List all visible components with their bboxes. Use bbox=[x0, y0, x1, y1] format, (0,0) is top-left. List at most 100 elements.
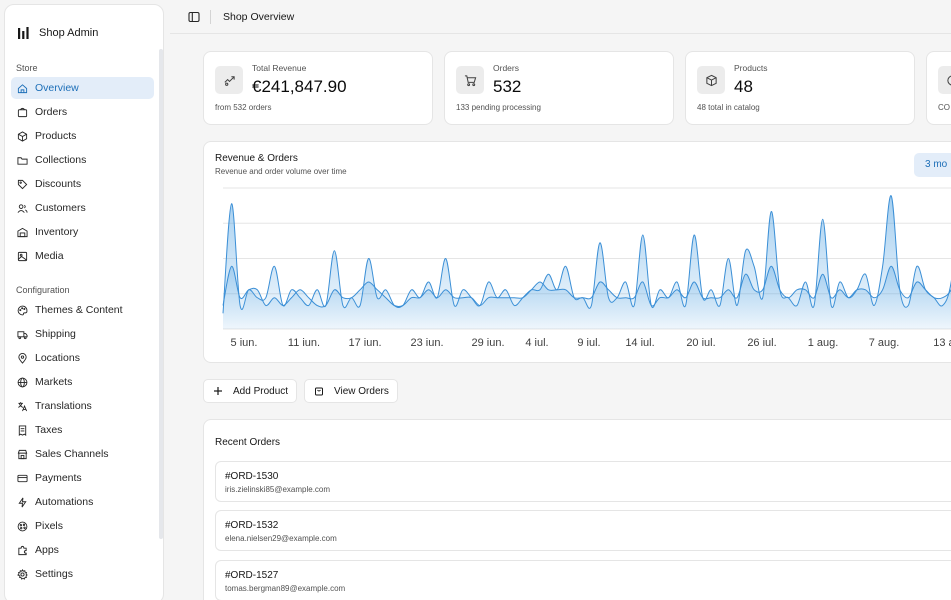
sidebar-item-label: Payments bbox=[35, 472, 82, 484]
sidebar-item-taxes[interactable]: Taxes bbox=[11, 419, 154, 441]
stat-label: Orders bbox=[493, 63, 519, 73]
view-orders-button[interactable]: View Orders bbox=[304, 379, 398, 403]
gear-icon bbox=[17, 568, 28, 580]
order-email: elena.nielsen29@example.com bbox=[225, 534, 337, 543]
order-email: iris.zielinski85@example.com bbox=[225, 485, 331, 494]
sidebar-item-overview[interactable]: Overview bbox=[11, 77, 154, 99]
sidebar-item-label: Translations bbox=[35, 400, 92, 412]
order-row[interactable]: #ORD-1527 tomas.bergman89@example.com bbox=[215, 560, 951, 600]
add-product-button[interactable]: Add Product bbox=[203, 379, 297, 403]
sidebar-item-collections[interactable]: Collections bbox=[11, 149, 154, 171]
sidebar-item-apps[interactable]: Apps bbox=[11, 539, 154, 561]
sidebar-item-shipping[interactable]: Shipping bbox=[11, 323, 154, 345]
shopping-bag-icon bbox=[17, 107, 28, 117]
globe-icon bbox=[17, 377, 28, 387]
topbar-separator bbox=[210, 9, 211, 24]
shopping-bag-icon bbox=[315, 387, 323, 396]
plus-icon bbox=[214, 387, 222, 395]
recent-orders-card: Recent Orders #ORD-1530 iris.zielinski85… bbox=[203, 419, 951, 600]
sidebar-item-payments[interactable]: Payments bbox=[11, 467, 154, 489]
sidebar-item-discounts[interactable]: Discounts bbox=[11, 173, 154, 195]
tag-icon bbox=[17, 179, 28, 189]
x-tick-label: 17 iun. bbox=[348, 337, 381, 349]
order-email: tomas.bergman89@example.com bbox=[225, 584, 346, 593]
users-icon bbox=[17, 203, 28, 213]
stat-value: €241,847.90 bbox=[252, 77, 347, 96]
revenue-orders-chart-card: Revenue & Orders Revenue and order volum… bbox=[203, 141, 951, 363]
sidebar-item-label: Discounts bbox=[35, 178, 82, 190]
x-tick-label: 13 au bbox=[933, 337, 951, 349]
map-pin-icon bbox=[18, 352, 27, 364]
sidebar-item-inventory[interactable]: Inventory bbox=[11, 221, 154, 243]
sidebar-item-label: Orders bbox=[35, 106, 68, 118]
box-icon bbox=[697, 66, 725, 94]
sidebar-item-sales-channels[interactable]: Sales Channels bbox=[11, 443, 154, 465]
sidebar-item-media[interactable]: Media bbox=[11, 245, 154, 267]
store-icon bbox=[17, 449, 28, 459]
brand[interactable]: Shop Admin bbox=[5, 5, 163, 47]
x-tick-label: 11 iun. bbox=[288, 337, 320, 349]
cart-icon bbox=[456, 66, 484, 94]
warehouse-icon bbox=[17, 227, 28, 237]
stat-subtext: CO bbox=[938, 103, 950, 112]
stat-label: Total Revenue bbox=[252, 63, 307, 73]
store-group-label: Store bbox=[16, 63, 38, 73]
sidebar-item-markets[interactable]: Markets bbox=[11, 371, 154, 393]
config-nav: Themes & Content Shipping Locations Markets… bbox=[5, 299, 163, 585]
image-icon bbox=[17, 251, 28, 261]
sidebar-item-label: Taxes bbox=[35, 424, 63, 436]
sidebar-item-label: Apps bbox=[35, 544, 59, 556]
x-tick-label: 26 iul. bbox=[747, 337, 776, 349]
folder-icon bbox=[17, 156, 28, 165]
sidebar-item-themes-content[interactable]: Themes & Content bbox=[11, 299, 154, 321]
topbar: Shop Overview bbox=[170, 0, 951, 34]
x-tick-label: 20 iul. bbox=[686, 337, 715, 349]
sidebar-item-locations[interactable]: Locations bbox=[11, 347, 154, 369]
app-name: Shop Admin bbox=[39, 27, 99, 39]
orders-card: Orders 532 133 pending processing bbox=[444, 51, 674, 125]
order-row[interactable]: #ORD-1532 elena.nielsen29@example.com bbox=[215, 510, 951, 551]
sidebar-item-label: Shipping bbox=[35, 328, 76, 340]
order-id: #ORD-1532 bbox=[225, 520, 279, 531]
sidebar-item-products[interactable]: Products bbox=[11, 125, 154, 147]
home-icon bbox=[17, 83, 28, 93]
x-tick-label: 7 aug. bbox=[869, 337, 900, 349]
sidebar-scrollbar[interactable] bbox=[159, 49, 163, 539]
x-tick-label: 29 iun. bbox=[471, 337, 504, 349]
sidebar-item-label: Customers bbox=[35, 202, 86, 214]
sidebar-toggle-icon[interactable] bbox=[188, 11, 200, 23]
sidebar-item-label: Inventory bbox=[35, 226, 79, 238]
sidebar-item-label: Media bbox=[35, 250, 64, 262]
stat-subtext: 133 pending processing bbox=[456, 103, 541, 112]
stat-value: 532 bbox=[493, 77, 522, 96]
zap-icon bbox=[18, 497, 27, 507]
x-tick-label: 1 aug. bbox=[808, 337, 839, 349]
sidebar-item-label: Markets bbox=[35, 376, 73, 388]
sidebar-item-settings[interactable]: Settings bbox=[11, 563, 154, 585]
x-tick-label: 23 iun. bbox=[410, 337, 443, 349]
config-group-label: Configuration bbox=[16, 285, 70, 295]
sidebar-item-label: Pixels bbox=[35, 520, 64, 532]
sidebar-item-customers[interactable]: Customers bbox=[11, 197, 154, 219]
stat-subtext: 48 total in catalog bbox=[697, 103, 760, 112]
recent-orders-title: Recent Orders bbox=[215, 437, 281, 448]
total-revenue-card: Total Revenue €241,847.90 from 532 order… bbox=[203, 51, 433, 125]
sidebar-item-label: Locations bbox=[35, 352, 80, 364]
package-icon bbox=[17, 130, 28, 142]
sidebar-item-orders[interactable]: Orders bbox=[11, 101, 154, 123]
sidebar-item-pixels[interactable]: Pixels bbox=[11, 515, 154, 537]
x-tick-label: 14 iul. bbox=[625, 337, 654, 349]
add-product-label: Add Product bbox=[233, 385, 289, 397]
products-card: Products 48 48 total in catalog bbox=[685, 51, 915, 125]
stat-value: 48 bbox=[734, 77, 753, 96]
sidebar-item-label: Automations bbox=[35, 496, 94, 508]
x-tick-label: 4 iul. bbox=[525, 337, 548, 349]
sidebar-item-automations[interactable]: Automations bbox=[11, 491, 154, 513]
order-id: #ORD-1530 bbox=[225, 471, 279, 482]
revenue-orders-chart: 5 iun. 11 iun. 17 iun. 23 iun. 29 iun. 4 iul.… bbox=[222, 187, 951, 349]
order-row[interactable]: #ORD-1530 iris.zielinski85@example.com bbox=[215, 461, 951, 502]
puzzle-icon bbox=[18, 545, 27, 555]
sidebar-item-translations[interactable]: Translations bbox=[11, 395, 154, 417]
sidebar-item-label: Products bbox=[35, 130, 77, 142]
x-tick-label: 5 iun. bbox=[231, 337, 258, 349]
